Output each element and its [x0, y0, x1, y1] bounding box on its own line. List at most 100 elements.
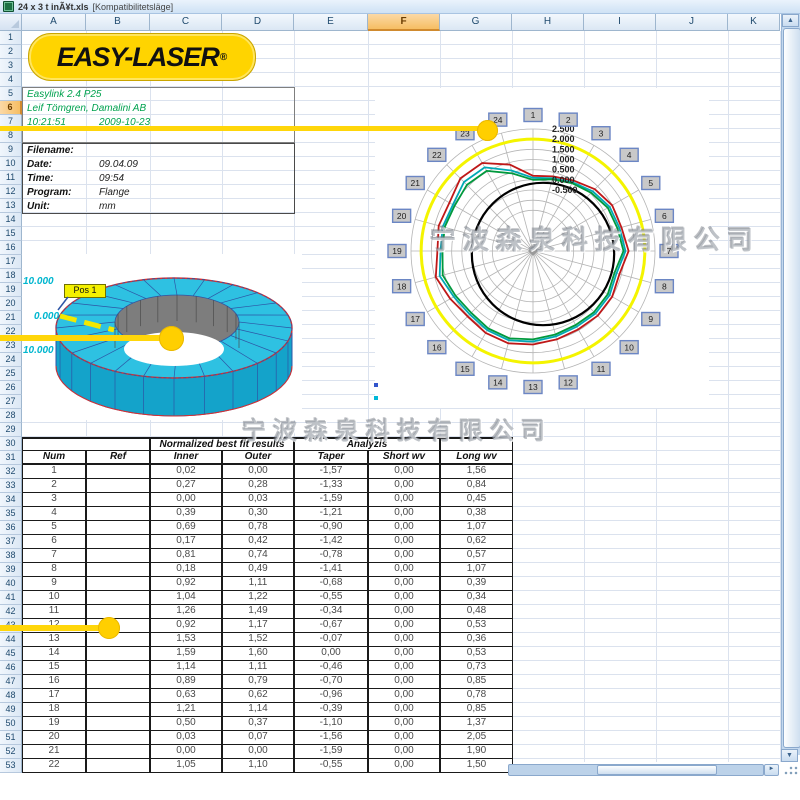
- svg-text:13: 13: [528, 382, 538, 392]
- table-column-header-row: NumRefInnerOuterTaperShort wvLong wv: [22, 451, 513, 465]
- row-header-46[interactable]: 46: [0, 661, 22, 675]
- scroll-up-button[interactable]: ▲: [782, 14, 799, 27]
- table-cell: 0,00: [368, 535, 440, 549]
- table-cell: 0,89: [150, 675, 222, 689]
- row-header-50[interactable]: 50: [0, 717, 22, 731]
- table-row: 70,810,74-0,780,000,57: [22, 549, 513, 563]
- table-row: 60,170,42-1,420,000,62: [22, 535, 513, 549]
- callout-dot-middle[interactable]: [159, 326, 184, 351]
- svg-text:1.000: 1.000: [552, 155, 575, 165]
- row-header-18[interactable]: 18: [0, 269, 22, 283]
- callout-dot-top[interactable]: [477, 120, 498, 141]
- row-header-31[interactable]: 31: [0, 451, 22, 465]
- column-header-G[interactable]: G: [440, 14, 512, 31]
- row-header-53[interactable]: 53: [0, 759, 22, 773]
- column-header-D[interactable]: D: [222, 14, 294, 31]
- table-cell: [86, 507, 150, 521]
- table-cell: 0,00: [368, 675, 440, 689]
- table-column-header: Long wv: [440, 451, 513, 465]
- row-header-28[interactable]: 28: [0, 409, 22, 423]
- row-header-15[interactable]: 15: [0, 227, 22, 241]
- select-all-corner[interactable]: [0, 14, 22, 31]
- row-header-37[interactable]: 37: [0, 535, 22, 549]
- row-header-29[interactable]: 29: [0, 423, 22, 437]
- row-header-1[interactable]: 1: [0, 31, 22, 45]
- row-header-9[interactable]: 9: [0, 143, 22, 157]
- column-header-C[interactable]: C: [150, 14, 222, 31]
- row-header-32[interactable]: 32: [0, 465, 22, 479]
- row-header-33[interactable]: 33: [0, 479, 22, 493]
- column-header-B[interactable]: B: [86, 14, 150, 31]
- row-header-13[interactable]: 13: [0, 199, 22, 213]
- row-header-17[interactable]: 17: [0, 255, 22, 269]
- window-resize-grip[interactable]: [782, 764, 799, 776]
- column-header-J[interactable]: J: [656, 14, 728, 31]
- row-header-41[interactable]: 41: [0, 591, 22, 605]
- row-header-42[interactable]: 42: [0, 605, 22, 619]
- table-cell: [86, 675, 150, 689]
- table-cell: 1,49: [222, 605, 294, 619]
- row-header-48[interactable]: 48: [0, 689, 22, 703]
- column-header-A[interactable]: A: [22, 14, 86, 31]
- column-header-I[interactable]: I: [584, 14, 656, 31]
- row-header-21[interactable]: 21: [0, 311, 22, 325]
- table-cell: 0,78: [440, 689, 513, 703]
- scroll-down-button[interactable]: ▼: [781, 749, 798, 762]
- row-header-47[interactable]: 47: [0, 675, 22, 689]
- row-header-20[interactable]: 20: [0, 297, 22, 311]
- file-info-value: 09:54: [99, 172, 124, 186]
- vertical-scroll-thumb[interactable]: [783, 28, 800, 748]
- row-header-16[interactable]: 16: [0, 241, 22, 255]
- row-header-30[interactable]: 30: [0, 437, 22, 451]
- window-title: 24 x 3 t inÃ¥t.xls: [18, 2, 89, 12]
- table-cell: [86, 717, 150, 731]
- row-header-51[interactable]: 51: [0, 731, 22, 745]
- row-header-10[interactable]: 10: [0, 157, 22, 171]
- row-header-2[interactable]: 2: [0, 45, 22, 59]
- row-header-3[interactable]: 3: [0, 59, 22, 73]
- svg-text:22: 22: [432, 150, 442, 160]
- row-header-26[interactable]: 26: [0, 381, 22, 395]
- row-header-34[interactable]: 34: [0, 493, 22, 507]
- row-header-14[interactable]: 14: [0, 213, 22, 227]
- row-header-27[interactable]: 27: [0, 395, 22, 409]
- column-header-K[interactable]: K: [728, 14, 780, 31]
- row-header-35[interactable]: 35: [0, 507, 22, 521]
- row-header-19[interactable]: 19: [0, 283, 22, 297]
- table-cell: 1,52: [222, 633, 294, 647]
- title-bar: 24 x 3 t inÃ¥t.xls [Kompatibilitetsläge]: [0, 0, 800, 14]
- row-header-44[interactable]: 44: [0, 633, 22, 647]
- svg-text:4: 4: [627, 150, 632, 160]
- row-header-39[interactable]: 39: [0, 563, 22, 577]
- table-cell: -1,33: [294, 479, 368, 493]
- row-header-23[interactable]: 23: [0, 339, 22, 353]
- row-header-12[interactable]: 12: [0, 185, 22, 199]
- row-header-25[interactable]: 25: [0, 367, 22, 381]
- row-header-36[interactable]: 36: [0, 521, 22, 535]
- horizontal-scrollbar[interactable]: [508, 764, 764, 776]
- callout-dot-bottom[interactable]: [98, 617, 120, 639]
- horizontal-scroll-thumb[interactable]: [597, 765, 717, 775]
- row-header-24[interactable]: 24: [0, 353, 22, 367]
- table-column-header: Inner: [150, 451, 222, 465]
- excel-doc-icon: [3, 1, 14, 12]
- column-header-E[interactable]: E: [294, 14, 368, 31]
- column-header-H[interactable]: H: [512, 14, 584, 31]
- table-cell: [86, 549, 150, 563]
- row-header-5[interactable]: 5: [0, 87, 22, 101]
- row-header-38[interactable]: 38: [0, 549, 22, 563]
- table-cell: [86, 521, 150, 535]
- watermark-over-table: 宁波森泉科技有限公司: [242, 411, 552, 446]
- scroll-right-button[interactable]: ►: [764, 764, 779, 776]
- row-header-4[interactable]: 4: [0, 73, 22, 87]
- row-header-6[interactable]: 6: [0, 101, 22, 115]
- column-header-F[interactable]: F: [368, 14, 440, 31]
- row-header-45[interactable]: 45: [0, 647, 22, 661]
- vertical-scrollbar[interactable]: ▲: [781, 14, 800, 755]
- row-header-8[interactable]: 8: [0, 129, 22, 143]
- row-header-40[interactable]: 40: [0, 577, 22, 591]
- row-header-11[interactable]: 11: [0, 171, 22, 185]
- row-header-52[interactable]: 52: [0, 745, 22, 759]
- row-header-49[interactable]: 49: [0, 703, 22, 717]
- table-cell: 0,57: [440, 549, 513, 563]
